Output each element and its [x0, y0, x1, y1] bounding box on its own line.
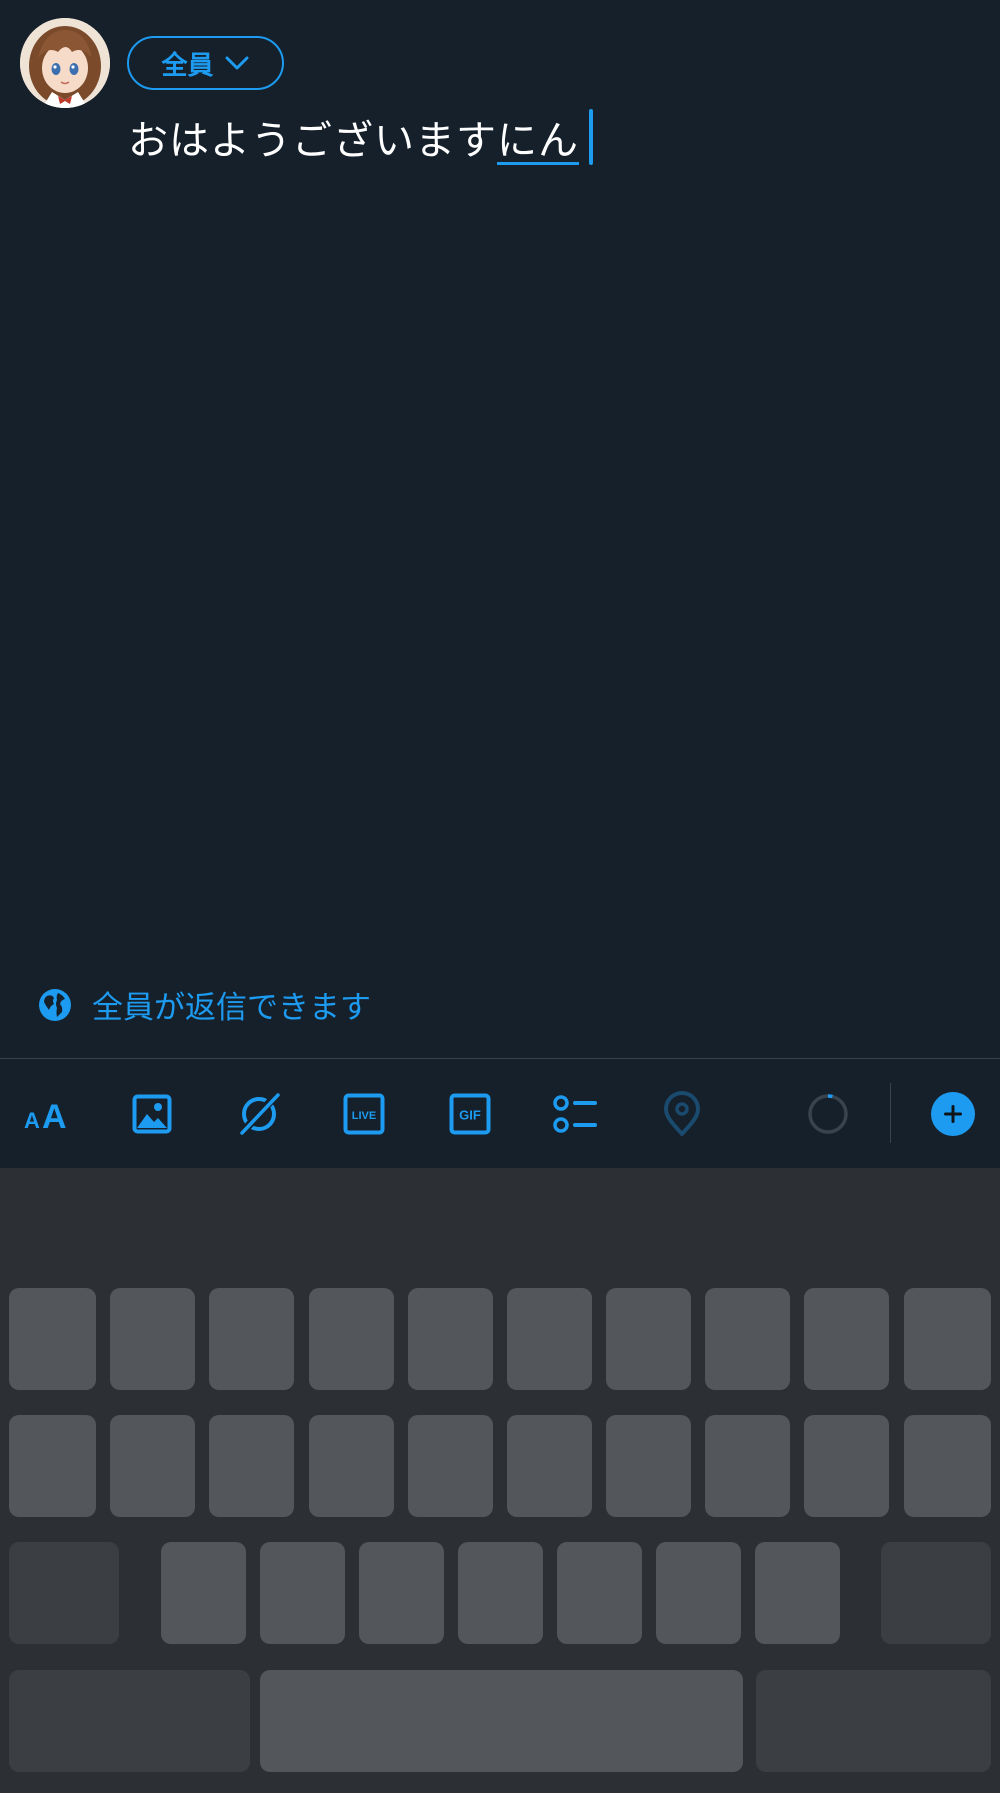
user-avatar[interactable] — [20, 18, 110, 108]
keyboard-key[interactable] — [507, 1415, 592, 1517]
character-count-indicator — [806, 1059, 850, 1168]
keyboard-key[interactable] — [110, 1288, 195, 1390]
grok-button[interactable] — [234, 1059, 284, 1168]
keyboard-space-key[interactable] — [260, 1670, 743, 1772]
tweet-text-input[interactable]: おはようございます にん — [128, 108, 593, 166]
keyboard-key[interactable] — [309, 1415, 394, 1517]
location-button — [662, 1059, 702, 1168]
keyboard-key[interactable] — [656, 1542, 741, 1644]
keyboard-key[interactable] — [161, 1542, 246, 1644]
keyboard-key[interactable] — [804, 1288, 889, 1390]
tweet-text-composing: にん — [497, 118, 579, 164]
keyboard-key[interactable] — [804, 1415, 889, 1517]
grok-icon — [237, 1089, 281, 1138]
keyboard-key[interactable] — [408, 1415, 493, 1517]
gif-button[interactable]: GIF — [448, 1059, 492, 1168]
gif-icon: GIF — [449, 1093, 491, 1134]
text-caret — [589, 109, 593, 165]
keyboard-key[interactable] — [904, 1288, 991, 1390]
image-button[interactable] — [130, 1059, 174, 1168]
keyboard-key[interactable] — [606, 1288, 691, 1390]
live-icon: LIVE — [343, 1093, 385, 1134]
plus-icon — [931, 1091, 975, 1136]
avatar-illustration — [20, 18, 110, 108]
keyboard-shift-key[interactable] — [9, 1542, 119, 1644]
poll-button[interactable] — [552, 1059, 600, 1168]
live-button[interactable]: LIVE — [342, 1059, 386, 1168]
keyboard-key[interactable] — [9, 1415, 96, 1517]
keyboard-key[interactable] — [408, 1288, 493, 1390]
keyboard-key[interactable] — [110, 1415, 195, 1517]
keyboard-key[interactable] — [606, 1415, 691, 1517]
keyboard-key[interactable] — [705, 1288, 790, 1390]
toolbar-vertical-divider — [890, 1083, 891, 1143]
keyboard-key[interactable] — [9, 1288, 96, 1390]
text-format-button[interactable]: A A — [20, 1059, 74, 1168]
keyboard-key[interactable] — [209, 1288, 294, 1390]
svg-text:GIF: GIF — [459, 1107, 481, 1122]
progress-ring-icon — [808, 1093, 848, 1134]
keyboard-key[interactable] — [309, 1288, 394, 1390]
keyboard-key[interactable] — [359, 1542, 444, 1644]
svg-text:A: A — [24, 1108, 40, 1133]
audience-label: 全員 — [161, 50, 214, 81]
add-thread-button[interactable] — [930, 1059, 976, 1168]
compose-toolbar: A A LIVE GIF — [0, 1059, 1000, 1168]
keyboard-return-key[interactable] — [756, 1670, 991, 1772]
keyboard-delete-key[interactable] — [881, 1542, 991, 1644]
location-icon — [664, 1090, 700, 1136]
keyboard-key[interactable] — [557, 1542, 642, 1644]
keyboard-key[interactable] — [904, 1415, 991, 1517]
globe-icon — [39, 988, 71, 1021]
keyboard-key[interactable] — [507, 1288, 592, 1390]
keyboard-key[interactable] — [260, 1542, 345, 1644]
keyboard — [0, 1168, 1000, 1793]
chevron-down-icon — [225, 56, 248, 70]
image-icon — [132, 1094, 172, 1133]
poll-icon — [553, 1094, 597, 1133]
svg-text:A: A — [42, 1098, 67, 1134]
compose-screen: 全員 おはようございます にん 全員が返信できます A A LIVE GIF — [0, 0, 1000, 1793]
keyboard-mode-key[interactable] — [9, 1670, 250, 1772]
reply-setting-button[interactable]: 全員が返信できます — [38, 982, 371, 1027]
reply-setting-label: 全員が返信できます — [92, 990, 371, 1026]
keyboard-key[interactable] — [705, 1415, 790, 1517]
svg-text:LIVE: LIVE — [352, 1110, 376, 1122]
keyboard-key[interactable] — [458, 1542, 543, 1644]
audience-selector-button[interactable]: 全員 — [127, 36, 284, 90]
tweet-text-committed: おはようございます — [128, 118, 497, 164]
text-size-icon: A A — [24, 1098, 67, 1134]
keyboard-key[interactable] — [209, 1415, 294, 1517]
keyboard-key[interactable] — [755, 1542, 840, 1644]
